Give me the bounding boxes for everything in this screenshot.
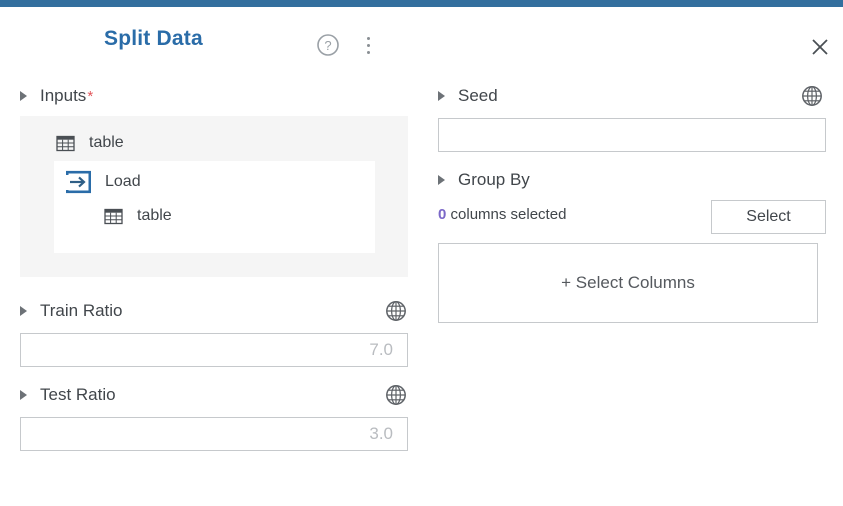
tree-item-load[interactable]: Load xyxy=(54,165,375,199)
left-column: Inputs * table Load table Train Ratio 7.… xyxy=(20,82,410,451)
close-icon[interactable] xyxy=(806,33,834,61)
kebab-menu-icon[interactable] xyxy=(358,33,378,57)
test-ratio-input[interactable]: 3.0 xyxy=(20,417,408,451)
inputs-tree-inner-box: Load table xyxy=(54,161,375,253)
seed-label: Seed xyxy=(458,86,498,105)
select-button[interactable]: Select xyxy=(711,200,826,234)
disclosure-triangle-icon[interactable] xyxy=(20,306,27,316)
seed-input[interactable] xyxy=(438,118,826,152)
test-ratio-placeholder: 3.0 xyxy=(369,424,393,443)
accent-bar xyxy=(0,0,843,7)
inputs-tree-panel: table Load table xyxy=(20,116,408,277)
train-ratio-placeholder: 7.0 xyxy=(369,340,393,359)
group-by-label: Group By xyxy=(458,170,530,189)
section-header-inputs: Inputs * xyxy=(20,82,410,110)
globe-icon[interactable] xyxy=(384,299,408,323)
section-header-seed: Seed xyxy=(438,82,826,110)
columns-selected-status: 0 columns selected xyxy=(438,206,566,223)
table-grid-icon xyxy=(56,134,75,153)
globe-icon[interactable] xyxy=(800,84,824,108)
test-ratio-label: Test Ratio xyxy=(40,385,116,404)
tree-item-table-root[interactable]: table xyxy=(20,126,408,160)
page-title: Split Data xyxy=(104,27,203,50)
train-ratio-input[interactable]: 7.0 xyxy=(20,333,408,367)
tree-item-label: table xyxy=(89,134,124,151)
svg-text:?: ? xyxy=(324,38,331,53)
disclosure-triangle-icon[interactable] xyxy=(20,91,27,101)
globe-icon[interactable] xyxy=(384,383,408,407)
select-columns-dropzone[interactable]: + Select Columns xyxy=(438,243,818,323)
disclosure-triangle-icon[interactable] xyxy=(438,175,445,185)
required-asterisk: * xyxy=(87,87,94,105)
help-circle-icon[interactable]: ? xyxy=(316,33,340,57)
inputs-label: Inputs xyxy=(40,86,87,105)
load-arrow-icon xyxy=(66,170,91,195)
split-data-dialog: Split Data ? Inputs * table Load table T… xyxy=(0,0,843,506)
train-ratio-label: Train Ratio xyxy=(40,301,123,320)
right-column: Seed Group By 0 columns selected Select … xyxy=(438,82,826,323)
section-header-group-by: Group By xyxy=(438,166,826,194)
disclosure-triangle-icon[interactable] xyxy=(20,390,27,400)
dialog-header: Split Data ? xyxy=(0,7,843,70)
group-by-controls: 0 columns selected Select xyxy=(438,200,826,234)
tree-item-label: table xyxy=(137,207,172,224)
section-header-train-ratio: Train Ratio xyxy=(20,297,410,325)
columns-selected-count: 0 xyxy=(438,206,447,223)
section-header-test-ratio: Test Ratio xyxy=(20,381,410,409)
tree-item-table-child[interactable]: table xyxy=(54,199,375,233)
tree-item-label: Load xyxy=(105,173,141,190)
columns-selected-text: columns selected xyxy=(450,206,567,223)
table-grid-icon xyxy=(104,207,123,226)
disclosure-triangle-icon[interactable] xyxy=(438,91,445,101)
